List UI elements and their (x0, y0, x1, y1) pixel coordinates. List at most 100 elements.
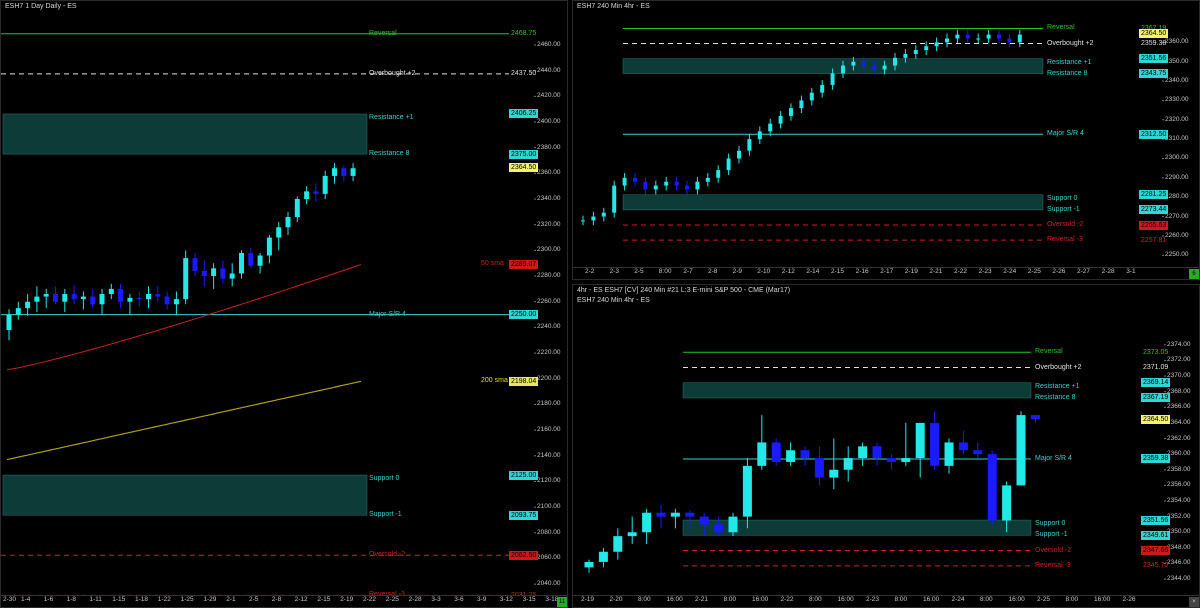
time-axis-tick: 16:00 (1008, 596, 1025, 603)
candle-up (726, 158, 731, 171)
oversold-2-label: Oversold -2 (1047, 221, 1084, 228)
panel-corner-badge[interactable]: 6 (1189, 269, 1199, 279)
resistance-8-label: Resistance 8 (1035, 393, 1076, 401)
resistance-1-price-tag: 2369.14 (1141, 378, 1171, 388)
time-axis-tick: 2-26 (1052, 268, 1066, 275)
candle-up (934, 42, 939, 47)
resistance-1-zone (682, 382, 1032, 399)
price-axis-tick: 2060.00 (537, 554, 561, 562)
price-axis-tick: 2200.00 (537, 374, 561, 382)
candle-down (872, 446, 882, 459)
four-hour-chart-panel-top[interactable]: ESH7 240 Min 4hr - ES 2360.00 2350.00 2340… (572, 0, 1200, 280)
support-1-price-tag: 2093.75 (509, 510, 539, 520)
daily-candlestick-chart[interactable] (1, 1, 568, 608)
candle-down (220, 268, 226, 279)
candle-down (958, 442, 968, 451)
time-axis-tick: 3-3 (431, 596, 441, 603)
reversal-3-price-tag: 2345.70 (1143, 562, 1169, 570)
candle-up (768, 123, 773, 132)
candle-up (1016, 415, 1026, 486)
candle-up (1002, 485, 1012, 521)
time-axis-tick: 2-21 (929, 268, 943, 275)
candle-down (155, 294, 161, 297)
time-axis-tick: 2-22 (954, 268, 968, 275)
reversal-3-price-tag: 2257.81 (1141, 236, 1167, 244)
time-axis-tick: 2-10 (757, 268, 771, 275)
h4bot-candlestick-chart[interactable] (573, 285, 1200, 608)
candle-down (248, 252, 254, 266)
oversold-2-price-tag: 2062.50 (509, 550, 539, 560)
candle-up (986, 34, 991, 39)
candle-down (685, 512, 695, 517)
time-axis-tick: 2-2 (585, 268, 595, 275)
price-axis-tick: 2280.00 (1165, 193, 1189, 201)
price-axis-tick: 2140.00 (537, 451, 561, 459)
candle-up (62, 294, 68, 302)
candle-up (757, 131, 762, 140)
panel-corner-badge[interactable]: 11 (557, 597, 567, 607)
candle-up (915, 422, 925, 459)
candle-up (799, 100, 804, 109)
price-axis-tick: 2220.00 (537, 349, 561, 357)
major-s-r-4-price-tag: 2312.50 (1139, 129, 1169, 139)
candle-down (872, 65, 877, 70)
four-hour-chart-panel-bottom[interactable]: 4hr - ES ESH7 [CV] 240 Min #21 L:3 E-min… (572, 284, 1200, 608)
time-axis-tick: 2-8 (271, 596, 282, 603)
time-axis-tick: 2-5 (634, 268, 644, 275)
panel-corner-badge[interactable]: × (1189, 597, 1199, 607)
candle-up (913, 50, 918, 54)
candle-up (322, 175, 328, 194)
price-axis-tick: 2340.00 (1165, 77, 1189, 85)
candle-up (99, 294, 105, 305)
candle-up (285, 217, 291, 228)
h4top-candlestick-chart[interactable] (573, 1, 1200, 280)
time-axis-tick: 8:00 (980, 596, 993, 603)
candle-up (705, 177, 710, 182)
time-axis-tick: 2-20 (609, 596, 623, 603)
support-0-zone (622, 194, 1044, 211)
oversold-2-label: Oversold -2 (1035, 546, 1072, 554)
price-axis-tick: 2290.00 (1165, 173, 1189, 181)
h4bot-time-axis: 2-19 2-20 8:00 16:00 2-21 8:00 16:00 2-22 8:00 16… (573, 595, 1199, 607)
time-axis-tick: 2-9 (732, 268, 742, 275)
time-axis-tick: 2-28 (1101, 268, 1115, 275)
time-axis-tick: 8:00 (894, 596, 908, 603)
oversold-2-label: Oversold -2 (369, 551, 406, 559)
candle-down (861, 61, 866, 66)
major-s-r-4-label: Major S/R 4 (1047, 130, 1084, 138)
candle-down (136, 297, 142, 300)
time-axis-tick: 2-15 (831, 268, 845, 275)
candle-down (118, 288, 124, 302)
candle-up (257, 255, 263, 266)
last-price-tag: 2364.50 (1139, 29, 1169, 39)
candle-up (841, 65, 845, 74)
price-axis-tick: 2100.00 (537, 503, 561, 511)
candle-up (183, 258, 189, 300)
candle-up (1017, 34, 1022, 43)
last-price-tag: 2364.50 (1141, 414, 1171, 424)
resistance-8-label: Resistance 8 (369, 150, 410, 158)
candle-up (304, 191, 310, 200)
candle-up (829, 469, 839, 478)
candle-up (584, 561, 594, 568)
candle-up (80, 296, 86, 300)
time-axis-tick: 2-23 (866, 596, 880, 603)
price-axis-tick: 2260.00 (1165, 231, 1189, 239)
overbought-2-label: Overbought +2 (1035, 363, 1082, 371)
time-axis-tick: 16:00 (837, 596, 854, 603)
candle-up (778, 115, 783, 124)
resistance-1-label: Resistance +1 (369, 113, 414, 121)
time-axis-tick: 2-27 (1077, 268, 1091, 275)
price-axis-tick: 2300.00 (537, 246, 561, 254)
daily-chart-panel[interactable]: ESH7 1 Day Daily - ES 2460.00 2440.00 2420… (0, 0, 568, 608)
candle-up (6, 314, 12, 330)
candle-down (685, 185, 689, 190)
price-axis-tick: 2348.00 (1167, 543, 1191, 551)
price-axis-tick: 2440.00 (537, 66, 561, 74)
daily-time-axis: 1-4 1-6 1-8 1-11 1-15 1-18 1-22 1-25 1-29 2-1 2-5 2… (1, 595, 567, 607)
price-axis-tick: 2270.00 (1165, 212, 1189, 220)
time-axis-tick: 8:00 (658, 268, 672, 275)
support-0-price-tag: 2125.00 (509, 470, 539, 480)
price-axis-tick: 2250.00 (1165, 251, 1189, 259)
time-axis-tick: 2-7 (683, 268, 693, 275)
